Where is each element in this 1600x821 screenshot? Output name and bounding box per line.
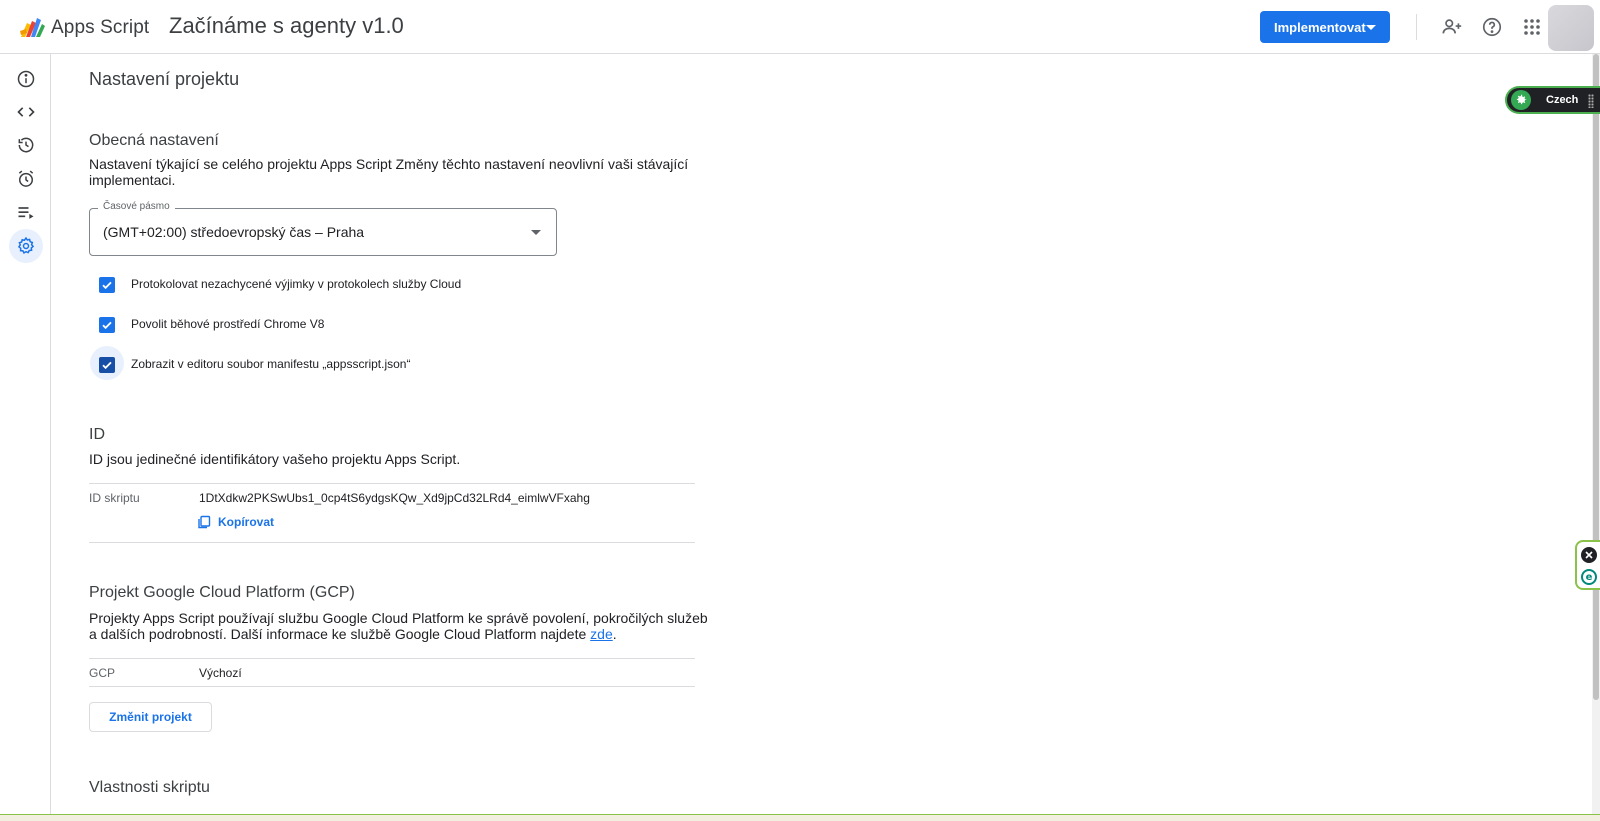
divider: [89, 686, 695, 687]
top-app-bar: Apps Script Začínáme s agenty v1.0 Imple…: [0, 0, 1600, 54]
alarm-icon[interactable]: [9, 162, 43, 196]
checkbox-label: Protokolovat nezachycené výjimky v proto…: [131, 277, 462, 291]
general-settings-description: Nastavení týkající se celého projektu Ap…: [89, 156, 689, 188]
bottom-taskbar-edge: [0, 814, 1600, 821]
divider: [89, 483, 695, 484]
add-person-icon[interactable]: [1439, 14, 1465, 40]
apps-grid-icon[interactable]: [1519, 14, 1545, 40]
settings-content: Nastavení projektu Obecná nastavení Nast…: [52, 54, 1592, 814]
brand-name: Apps Script: [51, 17, 150, 38]
checkbox-show-manifest[interactable]: Zobrazit v editoru soubor manifestu „app…: [90, 346, 410, 380]
change-project-button[interactable]: Změnit projekt: [89, 702, 212, 732]
avatar[interactable]: [1548, 5, 1594, 51]
scrollbar-thumb[interactable]: [1593, 54, 1599, 700]
checkbox-label: Povolit běhové prostředí Chrome V8: [131, 317, 325, 331]
page-title: Nastavení projektu: [89, 69, 240, 89]
ids-heading: ID: [89, 426, 105, 443]
gcp-value: Výchozí: [199, 666, 242, 680]
checkbox-checked-icon[interactable]: [99, 357, 115, 373]
general-settings-heading: Obecná nastavení: [89, 132, 219, 149]
gcp-heading: Projekt Google Cloud Platform (GCP): [89, 584, 355, 601]
ids-description: ID jsou jedinečné identifikátory vašeho …: [89, 451, 461, 467]
chevron-down-icon: [1366, 25, 1376, 30]
copy-button[interactable]: Kopírovat: [197, 514, 274, 530]
language-extension-widget[interactable]: Czech: [1505, 86, 1600, 114]
gcp-description: Projekty Apps Script používají službu Go…: [89, 610, 709, 642]
checkbox-chrome-v8[interactable]: Povolit běhové prostředí Chrome V8: [99, 315, 324, 335]
checkbox-log-exceptions[interactable]: Protokolovat nezachycené výjimky v proto…: [99, 275, 461, 295]
header-divider: [1416, 14, 1417, 40]
checkbox-checked-icon[interactable]: [99, 277, 115, 293]
script-properties-heading: Vlastnosti skriptu: [89, 779, 210, 796]
checkbox-label: Zobrazit v editoru soubor manifestu „app…: [131, 357, 411, 371]
timezone-select[interactable]: Časové pásmo (GMT+02:00) středoevropský …: [89, 201, 557, 256]
code-icon[interactable]: [9, 95, 43, 129]
timezone-label: Časové pásmo: [98, 201, 175, 212]
script-id-value: 1DtXdkw2PKSwUbs1_0cp4tS6ydgsKQw_Xd9jpCd3…: [199, 491, 590, 505]
close-circle-icon[interactable]: [1581, 547, 1597, 563]
executions-icon[interactable]: [9, 196, 43, 230]
dropdown-arrow-icon: [531, 230, 541, 235]
copy-label: Kopírovat: [218, 515, 275, 529]
apps-script-logo[interactable]: [18, 15, 46, 39]
extension-language-label: Czech: [1546, 94, 1579, 106]
gcp-label: GCP: [89, 666, 116, 680]
checkbox-checked-icon[interactable]: [99, 317, 115, 333]
deploy-button[interactable]: Implementovat: [1260, 11, 1390, 43]
divider: [89, 658, 695, 659]
help-icon[interactable]: [1479, 14, 1505, 40]
extension-e-icon[interactable]: e: [1581, 569, 1597, 585]
info-icon[interactable]: [9, 62, 43, 96]
extension-gear-icon: [1511, 90, 1531, 110]
settings-gear-icon[interactable]: [9, 229, 43, 263]
project-title[interactable]: Začínáme s agenty v1.0: [169, 13, 404, 39]
gcp-learn-more-link[interactable]: zde: [590, 626, 613, 642]
script-id-label: ID skriptu: [89, 491, 140, 505]
gcp-description-end: .: [612, 626, 617, 642]
history-icon[interactable]: [9, 128, 43, 162]
deploy-button-label: Implementovat: [1274, 19, 1366, 35]
left-nav-rail: [0, 54, 51, 821]
copy-icon: [198, 515, 211, 529]
divider: [89, 542, 695, 543]
timezone-value: (GMT+02:00) středoevropský čas – Praha: [103, 224, 365, 240]
drag-handle-icon[interactable]: [1588, 94, 1594, 108]
side-extension-panel: e: [1575, 540, 1600, 590]
